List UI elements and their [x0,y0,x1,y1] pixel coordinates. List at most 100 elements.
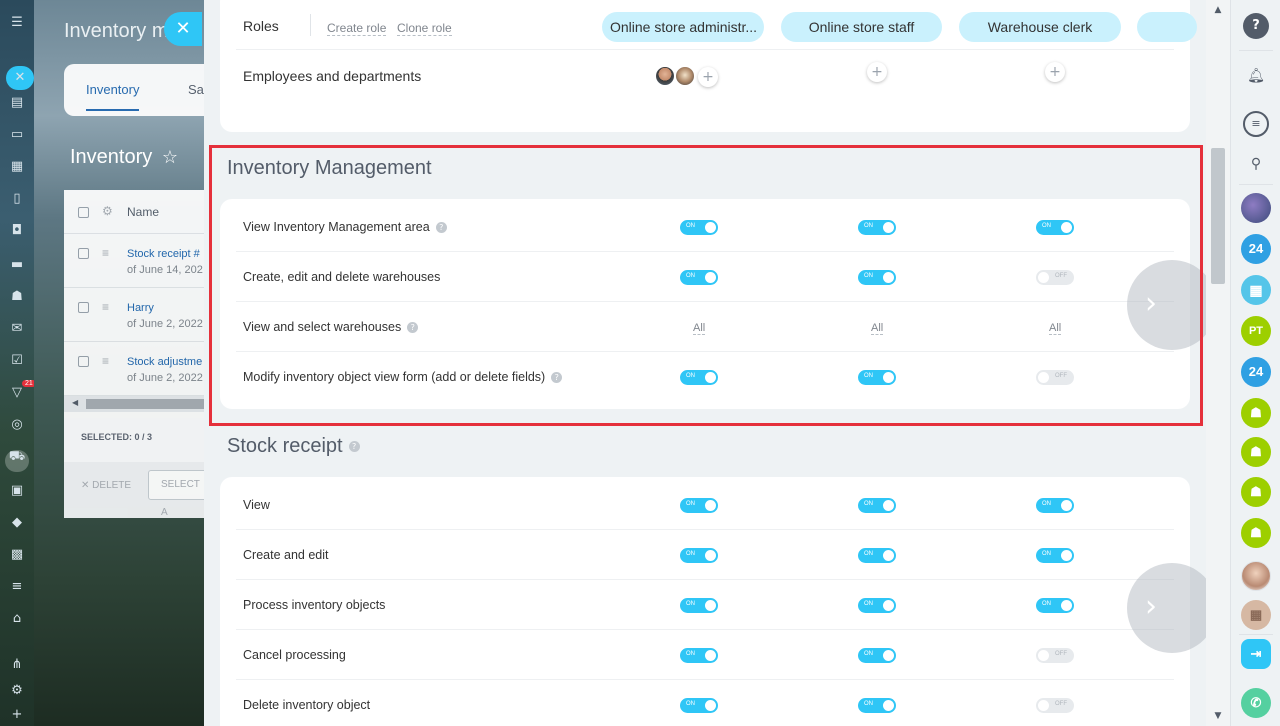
menu-icon[interactable]: ☰ [9,16,25,30]
drive-icon[interactable]: ▬ [9,258,25,272]
toggle-switch[interactable]: ON [858,548,896,563]
warehouses-select-link[interactable]: All [1049,322,1062,335]
next-roles-button[interactable]: › [1127,260,1217,350]
role-pill-next[interactable] [1137,12,1197,42]
row-checkbox[interactable] [78,356,89,367]
help-icon[interactable]: ? [407,322,419,334]
role-pill-online-store-administrator[interactable]: Online store administr... [602,12,764,42]
horizontal-scrollbar[interactable]: ◀ [64,396,204,412]
phone-icon[interactable]: ✆ [1241,688,1271,718]
scroll-left-icon[interactable]: ◀ [72,398,78,407]
delete-button[interactable]: ✕ DELETE [81,480,131,491]
add-employee-button[interactable]: + [867,62,887,82]
table-row[interactable]: ≡ Stock adjustme of June 2, 2022 [64,342,204,396]
exit-icon[interactable]: ⇥ [1241,639,1271,669]
group-icon[interactable]: ☗ [1241,437,1271,467]
target-icon[interactable]: ◎ [9,418,25,432]
tasks-icon[interactable]: ☑ [9,354,25,368]
toggle-switch[interactable]: ON [680,598,718,613]
funnel-icon[interactable]: ▽ [9,386,25,400]
clone-role-link[interactable]: Clone role [397,21,452,36]
toggle-switch[interactable]: ON [858,270,896,285]
row-checkbox[interactable] [78,302,89,313]
toggle-switch[interactable]: ON [858,598,896,613]
user-avatar-pt[interactable]: PT [1241,316,1271,346]
box-icon[interactable]: ◆ [9,516,25,530]
toggle-switch[interactable]: OFF [1036,698,1074,713]
bitrix24-avatar[interactable]: 24 [1241,234,1271,264]
toggle-switch[interactable]: OFF [1036,648,1074,663]
cart-icon[interactable]: ⛟ [5,450,29,472]
toggle-switch[interactable]: ON [680,220,718,235]
warehouses-select-link[interactable]: All [693,322,706,335]
calendar-avatar[interactable]: ▦ [1241,275,1271,305]
help-icon[interactable]: ? [551,372,563,384]
toggle-switch[interactable]: ON [858,370,896,385]
chat-bubble-icon[interactable]: ≡ [1243,111,1269,137]
select-all-checkbox[interactable] [78,207,89,218]
add-employee-button[interactable]: + [698,67,718,87]
create-role-link[interactable]: Create role [327,21,387,36]
toggle-switch[interactable]: OFF [1036,370,1074,385]
add-employee-button[interactable]: + [1045,62,1065,82]
row-link[interactable]: Stock receipt # [127,248,200,260]
calendar-icon[interactable]: ▦ [9,160,25,174]
toggle-switch[interactable]: ON [680,270,718,285]
avatar[interactable] [1241,561,1271,591]
tab-inventory[interactable]: Inventory [86,82,140,111]
next-roles-button[interactable]: › [1127,563,1217,653]
toggle-switch[interactable]: ON [858,698,896,713]
toggle-switch[interactable]: ON [858,220,896,235]
toggle-switch[interactable]: ON [680,498,718,513]
toggle-switch[interactable]: ON [680,370,718,385]
gear-icon[interactable]: ⚙ [102,204,113,218]
help-icon[interactable]: ? [1243,13,1269,39]
avatar[interactable] [1241,193,1271,223]
row-menu-icon[interactable]: ≡ [102,246,109,260]
avatar[interactable] [654,65,676,87]
group-icon[interactable]: ☗ [1241,477,1271,507]
scroll-thumb[interactable] [1211,148,1225,284]
row-menu-icon[interactable]: ≡ [102,354,109,368]
chat-icon[interactable]: ▭ [9,128,25,142]
team-icon[interactable]: ☗ [9,290,25,304]
table-row[interactable]: ≡ Harry of June 2, 2022 [64,288,204,342]
group-icon[interactable]: ☗ [1241,398,1271,428]
help-icon[interactable]: ? [435,222,447,234]
toggle-switch[interactable]: ON [1036,598,1074,613]
search-icon[interactable]: ⚲ [1243,151,1269,177]
close-icon[interactable]: ✕ [6,66,34,90]
bitrix24-avatar[interactable]: 24 [1241,357,1271,387]
robot-icon[interactable]: ◘ [9,224,25,238]
toggle-switch[interactable]: ON [858,498,896,513]
role-pill-online-store-staff[interactable]: Online store staff [781,12,942,42]
document-icon[interactable]: ▯ [9,192,25,206]
row-link[interactable]: Harry [127,302,154,314]
avatar[interactable] [674,65,696,87]
toggle-switch[interactable]: ON [680,648,718,663]
building-icon[interactable]: ⌂ [9,612,25,626]
sliders-icon[interactable]: ≡ [9,580,25,594]
toggle-switch[interactable]: ON [680,548,718,563]
column-name-header[interactable]: Name [127,205,159,219]
bell-icon[interactable]: 🔔︎ [1243,63,1269,89]
gear-icon[interactable]: ⚙ [9,684,25,698]
contact-card-icon[interactable]: ▣ [9,484,25,498]
star-icon[interactable]: ☆ [162,147,178,168]
scroll-down-icon[interactable]: ▼ [1206,706,1230,726]
mail-icon[interactable]: ✉ [9,322,25,336]
vertical-scrollbar[interactable]: ▲ ▼ [1206,0,1230,726]
tab-sales[interactable]: Sa [188,82,204,97]
row-checkbox[interactable] [78,248,89,259]
toggle-switch[interactable]: OFF [1036,270,1074,285]
row-menu-icon[interactable]: ≡ [102,300,109,314]
table-row[interactable]: ≡ Stock receipt # of June 14, 202 [64,234,204,288]
toggle-switch[interactable]: ON [1036,548,1074,563]
toggle-switch[interactable]: ON [1036,220,1074,235]
toggle-switch[interactable]: ON [858,648,896,663]
warehouses-select-link[interactable]: All [871,322,884,335]
row-link[interactable]: Stock adjustme [127,356,202,368]
sitemap-icon[interactable]: ⋔ [9,658,25,672]
plus-icon[interactable]: + [9,708,25,722]
scroll-thumb[interactable] [86,399,204,409]
